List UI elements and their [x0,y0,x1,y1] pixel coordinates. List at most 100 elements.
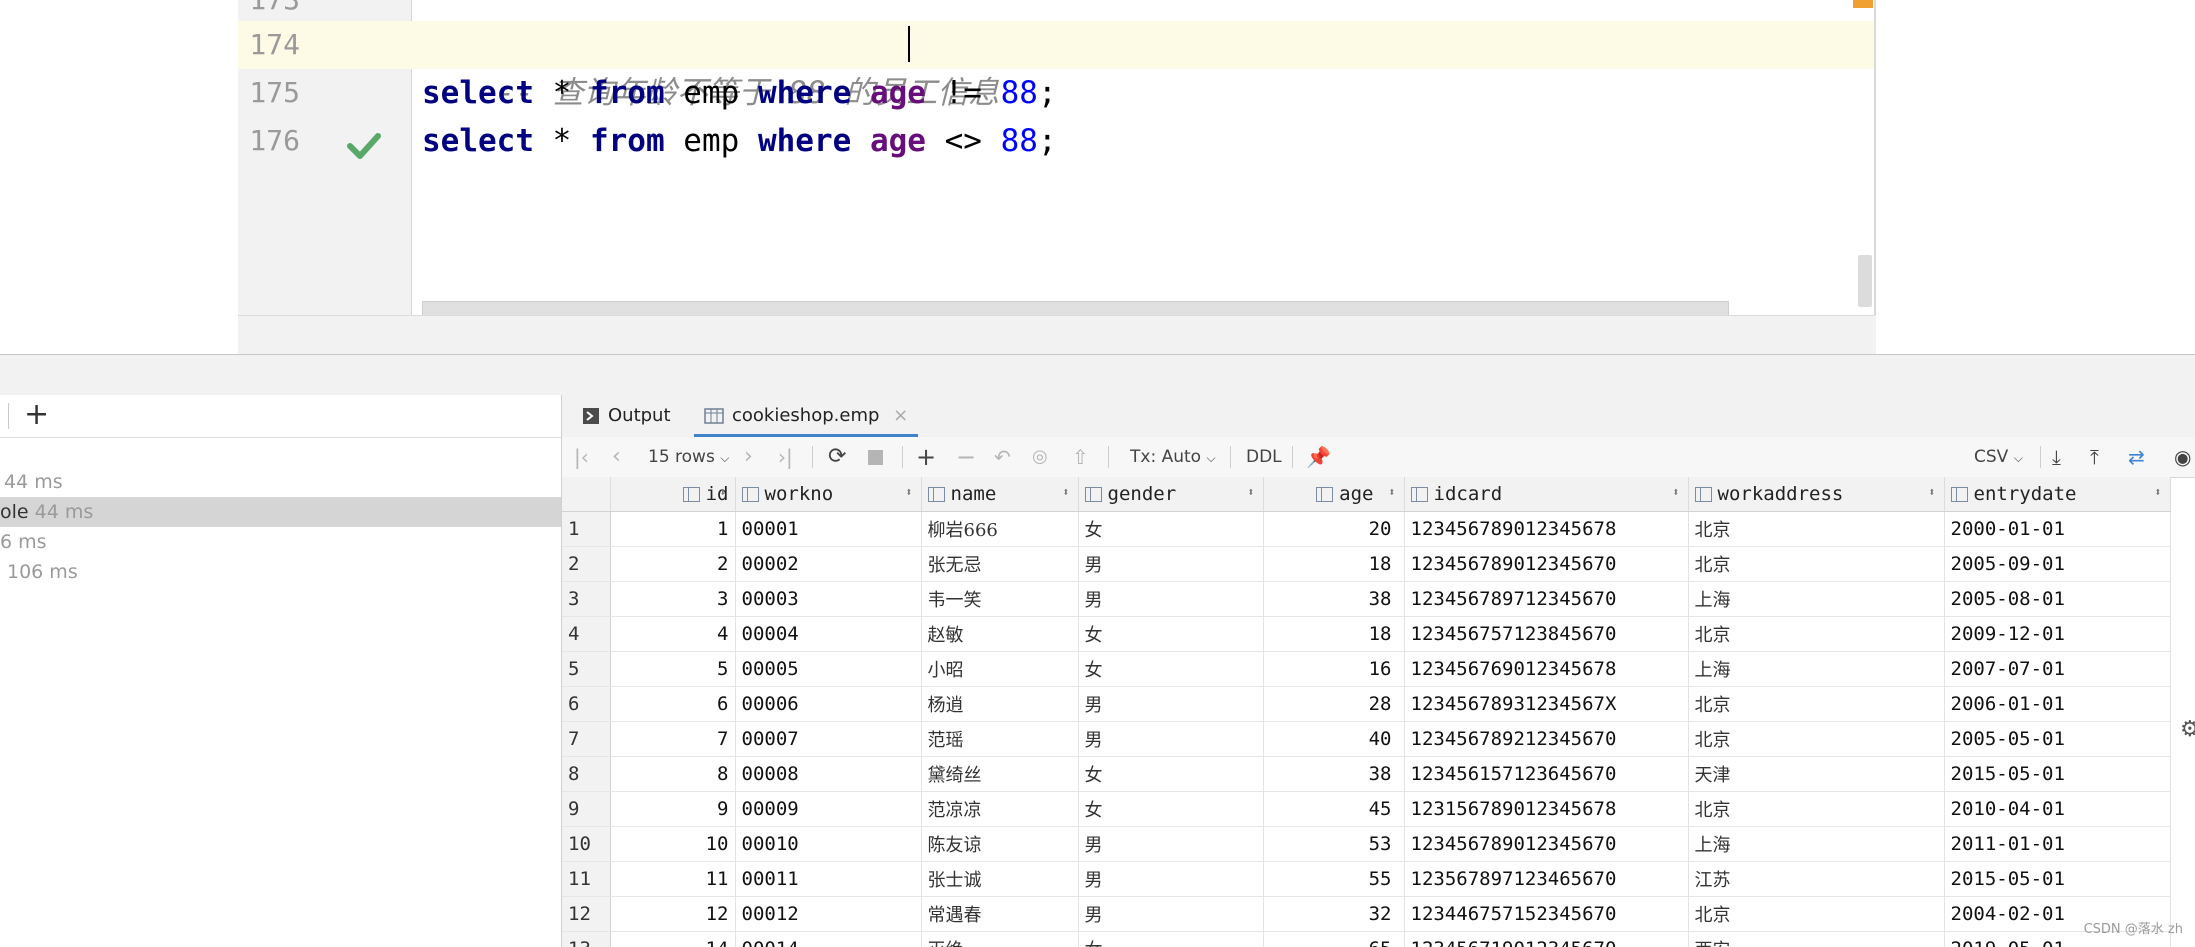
vertical-scrollbar[interactable] [1858,255,1872,307]
cell-name[interactable]: 张无忌 [921,546,1079,582]
compare-icon[interactable]: ⇄ [2128,437,2145,477]
cell-id[interactable]: 10 [610,826,736,862]
cell-age[interactable]: 55 [1263,861,1405,897]
cell-entrydate[interactable]: 2011-01-01 [1944,826,2171,862]
tab-output[interactable]: Output [582,395,671,437]
table-row[interactable]: 11 11 00011 张士诚男 55 123567897123465670 江苏 2015-… [562,861,2171,897]
cell-name[interactable]: 常遇春 [921,896,1079,932]
cell-workno[interactable]: 00002 [735,546,922,582]
table-row[interactable]: 7 7 00007 范瑶男 40 123456789212345670 北京 2005-05-… [562,721,2171,757]
cell-age[interactable]: 16 [1263,651,1405,687]
cell-name[interactable]: 张士诚 [921,861,1079,897]
cell-age[interactable]: 28 [1263,686,1405,722]
cell-age[interactable]: 38 [1263,756,1405,792]
cell-name[interactable]: 柳岩666 [921,511,1079,547]
cell-id[interactable]: 3 [610,581,736,617]
cell-workaddress[interactable]: 上海 [1688,581,1945,617]
cell-workaddress[interactable]: 江苏 [1688,861,1945,897]
download-icon[interactable]: ⤓ [2052,437,2061,477]
cell-workaddress[interactable]: 北京 [1688,686,1945,722]
cell-age[interactable]: 32 [1263,896,1405,932]
column-header-workaddress[interactable]: workaddress ⬍ [1688,477,1945,512]
cell-name[interactable]: 范瑶 [921,721,1079,757]
cell-workaddress[interactable]: 上海 [1688,651,1945,687]
cell-age[interactable]: 38 [1263,581,1405,617]
cell-gender[interactable]: 男 [1078,721,1264,757]
results-grid[interactable]: id ⬍ workno ⬍ name ⬍ gender ⬍ age ⬍ idcard ⬍ w… [562,477,2195,947]
cell-gender[interactable]: 女 [1078,616,1264,652]
cell-name[interactable]: 陈友谅 [921,826,1079,862]
cell-workno[interactable]: 00004 [735,616,922,652]
cell-idcard[interactable]: 123456789712345670 [1404,581,1689,617]
cell-workaddress[interactable]: 北京 [1688,791,1945,827]
cell-id[interactable]: 7 [610,721,736,757]
column-header-age[interactable]: age ⬍ [1263,477,1405,512]
table-row[interactable]: 6 6 00006 杨逍男 28 12345678931234567X 北京 2006-01-… [562,686,2171,722]
upload-icon[interactable]: ⤒ [2090,437,2099,477]
cell-workno[interactable]: 00001 [735,511,922,547]
cell-workno[interactable]: 00010 [735,826,922,862]
sort-icon[interactable]: ⬍ [1928,485,1935,499]
cell-workaddress[interactable]: 西安 [1688,931,1945,947]
cell-entrydate[interactable]: 2015-05-01 [1944,756,2171,792]
cell-gender[interactable]: 女 [1078,791,1264,827]
column-header-id[interactable]: id ⬍ [610,477,736,512]
sort-icon[interactable]: ⬍ [1672,485,1679,499]
add-row-icon[interactable]: + [916,437,936,477]
transaction-mode-dropdown[interactable]: Tx: Auto ⌵ [1130,437,1216,477]
sort-icon[interactable]: ⬍ [1388,485,1395,499]
cell-idcard[interactable]: 123456789012345678 [1404,511,1689,547]
cell-gender[interactable]: 男 [1078,686,1264,722]
cell-id[interactable]: 12 [610,896,736,932]
cell-id[interactable]: 14 [610,931,736,947]
cell-entrydate[interactable]: 2015-05-01 [1944,861,2171,897]
delete-row-icon[interactable]: − [956,437,976,477]
cell-workno[interactable]: 00009 [735,791,922,827]
services-item[interactable]: 106 ms [0,557,568,587]
cell-entrydate[interactable]: 2006-01-01 [1944,686,2171,722]
cell-idcard[interactable]: 123456157123645670 [1404,756,1689,792]
cell-entrydate[interactable]: 2000-01-01 [1944,511,2171,547]
cell-gender[interactable]: 女 [1078,756,1264,792]
cell-workaddress[interactable]: 北京 [1688,721,1945,757]
cell-gender[interactable]: 男 [1078,826,1264,862]
cell-age[interactable]: 53 [1263,826,1405,862]
cell-idcard[interactable]: 123567897123465670 [1404,861,1689,897]
table-row[interactable]: 131400014灭绝女65123456719012345670西安2019-0… [562,931,2171,947]
cell-workno[interactable]: 00007 [735,721,922,757]
export-format-dropdown[interactable]: CSV ⌵ [1974,437,2023,477]
column-header-entrydate[interactable]: entrydate ⬍ [1944,477,2171,512]
cell-entrydate[interactable]: 2005-09-01 [1944,546,2171,582]
ddl-button[interactable]: DDL [1246,437,1282,477]
cell-idcard[interactable]: 123156789012345678 [1404,791,1689,827]
services-item[interactable]: 6 ms [0,527,561,557]
cell-workaddress[interactable]: 天津 [1688,756,1945,792]
cell-name[interactable]: 杨逍 [921,686,1079,722]
services-item[interactable]: ole 44 ms [0,497,561,527]
cell-idcard[interactable]: 123456789212345670 [1404,721,1689,757]
cell-idcard[interactable]: 12345678931234567X [1404,686,1689,722]
tab-cookieshop-emp[interactable]: cookieshop.emp × [694,395,919,437]
cell-age[interactable]: 45 [1263,791,1405,827]
cell-idcard[interactable]: 123456789012345670 [1404,546,1689,582]
column-header-idcard[interactable]: idcard ⬍ [1404,477,1689,512]
warning-stripe-marker[interactable] [1853,0,1873,8]
cell-gender[interactable]: 女 [1078,651,1264,687]
table-row[interactable]: 5 5 00005 小昭女 16 123456769012345678 上海 2007-07-… [562,651,2171,687]
cell-id[interactable]: 5 [610,651,736,687]
code-line-query[interactable]: select * from emp where age <> 88; [422,117,1057,165]
pin-icon[interactable]: 📌 [1306,437,1331,477]
preview-changes-icon[interactable]: ◎ [1032,437,1048,477]
sort-icon[interactable]: ⬍ [905,485,912,499]
eye-icon[interactable]: ◉ [2174,437,2191,477]
cell-age[interactable]: 18 [1263,546,1405,582]
cell-id[interactable]: 9 [610,791,736,827]
cell-gender[interactable]: 男 [1078,581,1264,617]
add-icon[interactable]: + [24,397,49,432]
cell-name[interactable]: 灭绝 [921,931,1079,947]
horizontal-scrollbar[interactable] [422,301,1729,316]
sort-icon[interactable]: ⬍ [2154,485,2161,499]
cell-id[interactable]: 8 [610,756,736,792]
cell-workno[interactable]: 00012 [735,896,922,932]
first-page-icon[interactable]: |‹ [574,437,589,477]
